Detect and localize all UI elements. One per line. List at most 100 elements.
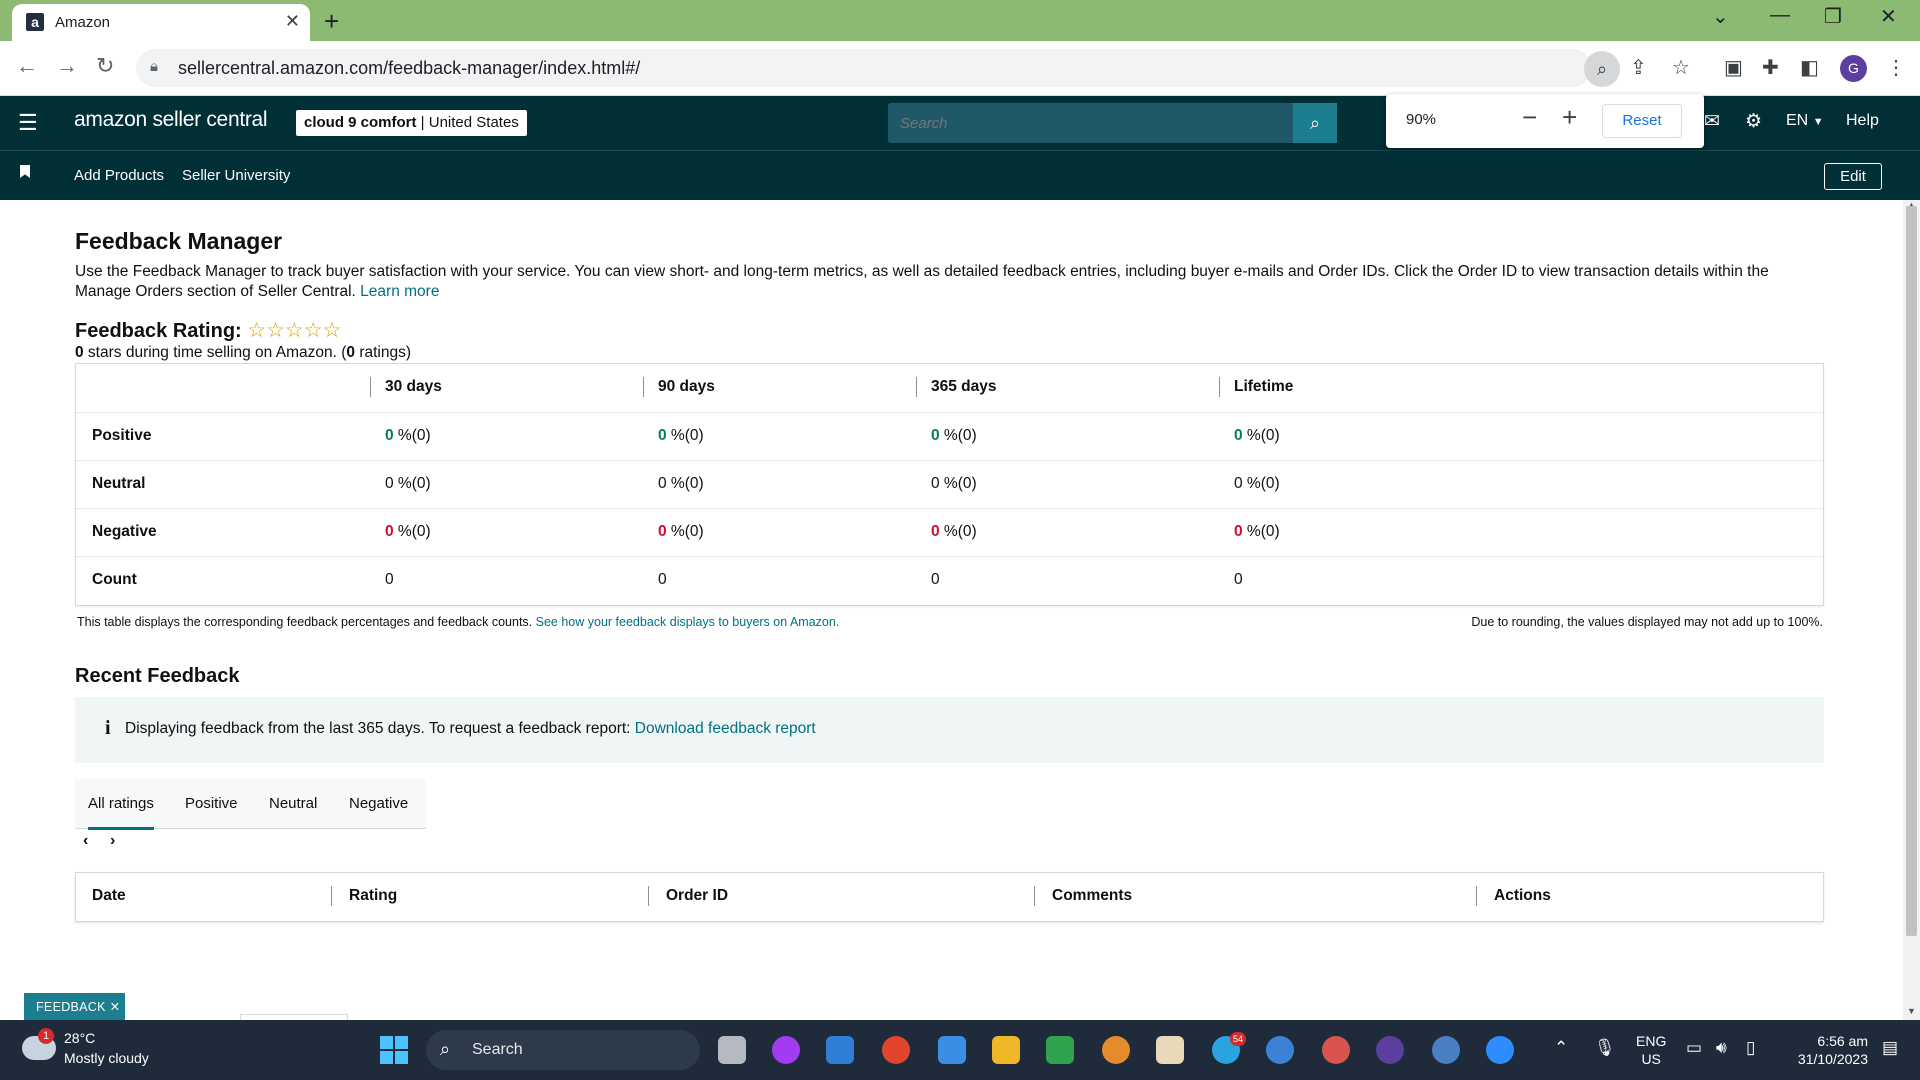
chrome-active-icon[interactable] bbox=[1376, 1036, 1404, 1064]
store-selector[interactable]: cloud 9 comfort | United States bbox=[296, 110, 527, 136]
system-clock[interactable]: 6:56 am 31/10/2023 bbox=[1790, 1032, 1868, 1068]
share-icon[interactable]: ⇪ bbox=[1630, 55, 1647, 80]
row-label: Positive bbox=[92, 427, 152, 444]
zoom-reset-button[interactable]: Reset bbox=[1602, 104, 1682, 138]
restore-icon[interactable]: ❐ bbox=[1824, 4, 1842, 29]
seller-nav-bar: Add Products Seller University Edit bbox=[0, 150, 1920, 200]
language-selector[interactable]: EN ▼ bbox=[1786, 112, 1824, 130]
mail-app-icon[interactable] bbox=[826, 1036, 854, 1064]
next-page-icon[interactable]: › bbox=[110, 832, 115, 850]
back-icon[interactable]: ← bbox=[16, 53, 38, 79]
metric-cell: 0 %(0) bbox=[385, 427, 431, 445]
page-scrollbar[interactable]: ▲ ▼ bbox=[1903, 200, 1920, 1020]
metric-cell: 0 %(0) bbox=[1234, 523, 1280, 541]
scrollbar-thumb[interactable] bbox=[1906, 206, 1917, 936]
minimize-icon[interactable]: — bbox=[1770, 4, 1790, 27]
new-tab-icon[interactable]: + bbox=[324, 6, 339, 37]
seller-central-logo[interactable]: amazon seller central bbox=[74, 108, 268, 132]
tab-neutral[interactable]: Neutral bbox=[269, 795, 317, 812]
neutral-value: 0 bbox=[931, 475, 940, 492]
extensions-puzzle-icon[interactable]: ✚ bbox=[1762, 55, 1779, 80]
chrome-profile-icon[interactable] bbox=[1432, 1036, 1460, 1064]
taskbar-search[interactable]: ⌕ Search bbox=[426, 1030, 700, 1070]
table-header-rating[interactable]: Rating bbox=[349, 887, 397, 905]
browser-menu-icon[interactable]: ⋮ bbox=[1886, 55, 1906, 80]
learn-more-link[interactable]: Learn more bbox=[360, 283, 439, 300]
network-icon[interactable]: ▭ bbox=[1686, 1038, 1702, 1058]
meet-icon[interactable] bbox=[1046, 1036, 1074, 1064]
close-window-icon[interactable]: ✕ bbox=[1880, 4, 1897, 29]
chrome-profile-icon[interactable] bbox=[1322, 1036, 1350, 1064]
task-view-icon[interactable] bbox=[718, 1036, 746, 1064]
weather-description[interactable]: Mostly cloudy bbox=[64, 1050, 149, 1066]
microphone-icon[interactable]: 🎙︎ bbox=[1594, 1038, 1616, 1058]
feedback-button[interactable]: FEEDBACK ✕ bbox=[24, 993, 125, 1021]
close-icon[interactable]: ✕ bbox=[110, 1000, 121, 1014]
notepad-icon[interactable] bbox=[938, 1036, 966, 1064]
metrics-row-neutral: Neutral 0 %(0) 0 %(0) 0 %(0) 0 %(0) bbox=[76, 460, 1823, 508]
column-separator bbox=[916, 377, 917, 397]
settings-gear-icon[interactable]: ⚙ bbox=[1745, 110, 1762, 133]
notification-icon[interactable]: ▤ bbox=[1882, 1038, 1898, 1058]
chrome-profile-icon[interactable] bbox=[1102, 1036, 1130, 1064]
weather-temperature[interactable]: 28°C bbox=[64, 1030, 95, 1046]
metrics-row-negative: Negative 0 %(0) 0 %(0) 0 %(0) 0 %(0) bbox=[76, 508, 1823, 556]
profile-avatar[interactable]: G bbox=[1840, 55, 1867, 82]
extension-off-icon[interactable]: ▣ bbox=[1724, 55, 1743, 80]
table-header-actions[interactable]: Actions bbox=[1494, 887, 1551, 905]
zoom-app-icon[interactable] bbox=[1486, 1036, 1514, 1064]
tray-overflow-icon[interactable]: ⌃ bbox=[1554, 1038, 1568, 1058]
help-link[interactable]: Help bbox=[1846, 112, 1879, 130]
search-icon: ⌕ bbox=[440, 1039, 451, 1059]
messenger-icon[interactable] bbox=[772, 1036, 800, 1064]
input-language[interactable]: ENG US bbox=[1636, 1032, 1666, 1068]
column-header-lifetime: Lifetime bbox=[1234, 378, 1294, 395]
bookmark-icon[interactable] bbox=[20, 165, 30, 178]
metric-cell: 0 %(0) bbox=[658, 427, 704, 445]
positive-value: 0 bbox=[931, 427, 940, 444]
search-button[interactable]: ⌕ bbox=[1293, 103, 1337, 143]
browser-tab[interactable]: a Amazon ✕ bbox=[12, 4, 310, 41]
side-panel-icon[interactable]: ◧ bbox=[1800, 55, 1819, 80]
omnibox[interactable]: 🔒︎ sellercentral.amazon.com/feedback-man… bbox=[136, 49, 1592, 87]
mail-icon[interactable]: ✉ bbox=[1704, 110, 1720, 133]
file-explorer-icon[interactable] bbox=[992, 1036, 1020, 1064]
nav-link-seller-university[interactable]: Seller University bbox=[182, 167, 290, 184]
chrome-profile-icon[interactable] bbox=[1266, 1036, 1294, 1064]
zoom-out-icon[interactable]: − bbox=[1522, 102, 1537, 133]
reload-icon[interactable]: ↻ bbox=[96, 53, 114, 79]
table-header-comments[interactable]: Comments bbox=[1052, 887, 1132, 905]
tab-positive[interactable]: Positive bbox=[185, 795, 238, 812]
table-header-order-id[interactable]: Order ID bbox=[666, 887, 728, 905]
zoom-in-icon[interactable]: + bbox=[1562, 102, 1577, 133]
edit-nav-button[interactable]: Edit bbox=[1824, 163, 1882, 190]
metric-cell: 0 %(0) bbox=[385, 523, 431, 541]
feedback-display-link[interactable]: See how your feedback displays to buyers… bbox=[536, 615, 840, 629]
battery-icon[interactable]: ▯ bbox=[1746, 1038, 1755, 1058]
search-input[interactable] bbox=[900, 115, 1260, 132]
hamburger-menu-icon[interactable]: ☰ bbox=[18, 110, 38, 136]
row-label: Negative bbox=[92, 523, 157, 540]
download-report-link[interactable]: Download feedback report bbox=[635, 720, 816, 737]
volume-icon[interactable]: 🔊︎ bbox=[1716, 1038, 1727, 1058]
metrics-footnote: This table displays the corresponding fe… bbox=[77, 615, 839, 629]
windows-start-icon[interactable] bbox=[380, 1036, 408, 1064]
tab-search-chevron-icon[interactable]: ⌄ bbox=[1712, 4, 1729, 29]
forward-icon[interactable]: → bbox=[56, 53, 78, 79]
previous-page-icon[interactable]: ‹ bbox=[83, 832, 88, 850]
url-text[interactable]: sellercentral.amazon.com/feedback-manage… bbox=[178, 58, 640, 79]
nav-link-add-products[interactable]: Add Products bbox=[74, 167, 164, 184]
search-icon: ⌕ bbox=[1309, 113, 1321, 133]
zoom-icon[interactable]: ⌕ bbox=[1584, 51, 1620, 87]
bookmark-star-icon[interactable]: ☆ bbox=[1672, 55, 1690, 80]
chrome-icon[interactable] bbox=[882, 1036, 910, 1064]
tab-negative[interactable]: Negative bbox=[349, 795, 408, 812]
photos-icon[interactable] bbox=[1156, 1036, 1184, 1064]
scroll-down-icon[interactable]: ▼ bbox=[1907, 1006, 1916, 1016]
column-separator bbox=[643, 377, 644, 397]
table-header-date[interactable]: Date bbox=[92, 887, 126, 905]
lock-icon[interactable]: 🔒︎ bbox=[150, 58, 158, 75]
tab-all-ratings[interactable]: All ratings bbox=[88, 795, 154, 830]
column-separator bbox=[331, 886, 332, 906]
close-tab-icon[interactable]: ✕ bbox=[285, 11, 300, 32]
